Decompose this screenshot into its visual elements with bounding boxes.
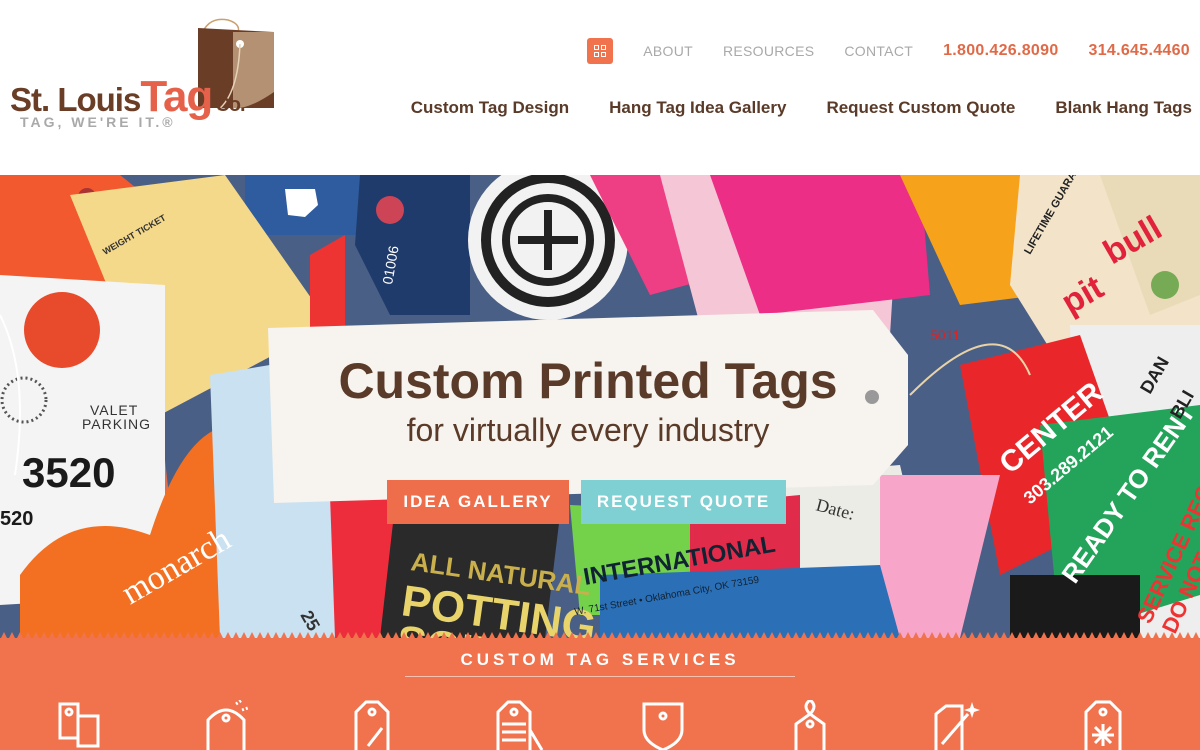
logo-co: Co. xyxy=(215,94,245,116)
hero-subtitle: for virtually every industry xyxy=(406,412,770,448)
main-nav: Custom Tag Design Hang Tag Idea Gallery … xyxy=(371,98,1192,118)
photo-text-25: 25 xyxy=(297,607,324,634)
tag-pencil-icon[interactable] xyxy=(342,700,402,750)
nav-custom-tag-design[interactable]: Custom Tag Design xyxy=(411,98,569,118)
utility-nav: ABOUT RESOURCES CONTACT 1.800.426.8090 3… xyxy=(587,38,1190,64)
custom-tag-services: CUSTOM TAG SERVICES xyxy=(0,632,1200,750)
tag-design-icon[interactable] xyxy=(50,700,110,750)
photo-text-3520: 3520 xyxy=(22,449,115,496)
hero-tag-card: Custom Printed Tags for virtually every … xyxy=(268,310,908,503)
nav-contact[interactable]: CONTACT xyxy=(844,43,913,59)
grid-icon[interactable] xyxy=(587,38,614,64)
logo-tagline: TAG, WE'RE IT.® xyxy=(20,114,176,130)
photo-text-monarch: monarch xyxy=(116,520,238,612)
tag-sparkle-icon[interactable] xyxy=(196,698,256,750)
photo-text-weight-ticket: WEIGHT TICKET xyxy=(101,212,168,256)
tag-magic-icon[interactable] xyxy=(928,700,988,750)
tag-sun-icon[interactable] xyxy=(1074,700,1134,750)
photo-text-center: CENTER xyxy=(993,376,1109,481)
photo-text-520: 520 xyxy=(0,508,33,530)
logo-st-louis: St. Louis xyxy=(10,81,141,118)
nav-about[interactable]: ABOUT xyxy=(643,43,693,59)
services-title: CUSTOM TAG SERVICES xyxy=(460,650,740,669)
hero-banner: VALET PARKING 3520 520 monarch ALL NATUR… xyxy=(0,175,1200,638)
photo-text-pit: pit xyxy=(1055,268,1110,322)
nav-hang-tag-idea-gallery[interactable]: Hang Tag Idea Gallery xyxy=(609,98,786,118)
hero-title: Custom Printed Tags xyxy=(338,353,838,409)
tag-ruler-icon[interactable] xyxy=(490,700,550,750)
site-header: St. LouisTag Co. TAG, WE'RE IT.® ABOUT RE… xyxy=(0,0,1200,175)
tag-string-icon[interactable] xyxy=(782,698,842,750)
photo-text-01006: 01006 xyxy=(379,244,402,285)
phone-local[interactable]: 314.645.4460 xyxy=(1089,42,1190,60)
phone-tollfree[interactable]: 1.800.426.8090 xyxy=(943,42,1058,60)
nav-blank-hang-tags[interactable]: Blank Hang Tags xyxy=(1055,98,1192,118)
idea-gallery-button[interactable]: IDEA GALLERY xyxy=(387,480,569,524)
tag-shield-icon[interactable] xyxy=(634,700,694,750)
zigzag-edge xyxy=(0,632,1200,640)
photo-text-dan: DAN xyxy=(1136,353,1173,397)
services-divider xyxy=(405,676,795,677)
photo-text-bull: bull xyxy=(1097,209,1168,272)
photo-text-parking: PARKING xyxy=(82,416,151,432)
photo-text-lifetime: LIFETIME GUARANTEE xyxy=(1022,175,1094,257)
request-quote-button[interactable]: REQUEST QUOTE xyxy=(581,480,786,524)
nav-resources[interactable]: RESOURCES xyxy=(723,43,814,59)
logo[interactable]: St. LouisTag Co. TAG, WE'RE IT.® xyxy=(8,14,278,132)
photo-text-5011: 5011 xyxy=(930,327,960,343)
nav-request-custom-quote[interactable]: Request Custom Quote xyxy=(826,98,1015,118)
